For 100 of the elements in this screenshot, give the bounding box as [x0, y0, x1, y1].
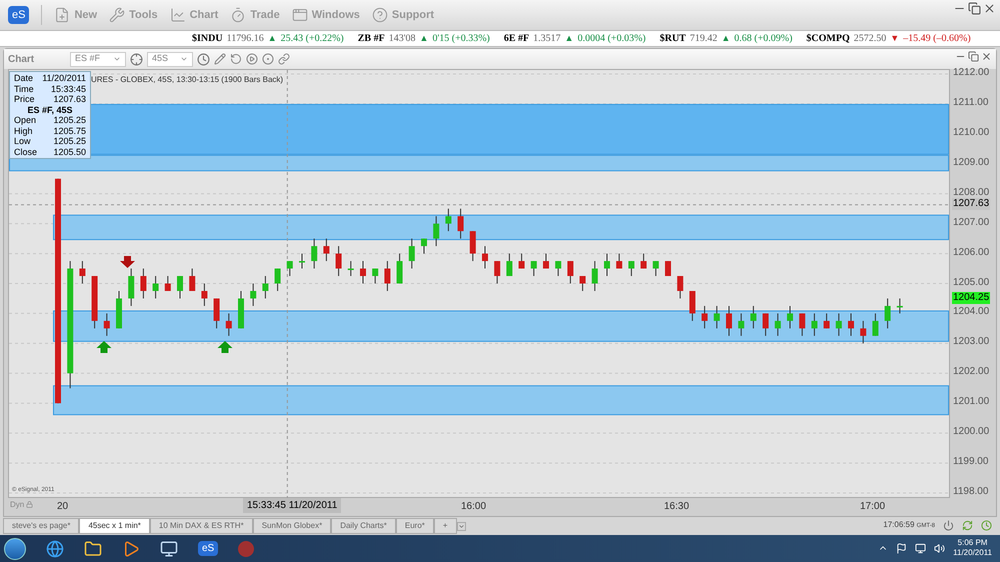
app-logo[interactable]: eS [8, 6, 30, 24]
candlestick [762, 312, 769, 336]
info-value: 15:33:45 [50, 84, 86, 94]
candlestick [787, 305, 793, 329]
refresh-icon[interactable] [230, 53, 242, 65]
candlestick [372, 268, 378, 284]
candlestick [336, 246, 342, 277]
page-tab[interactable]: Euro* [396, 518, 434, 534]
info-label: High [14, 126, 33, 136]
candlestick [226, 312, 232, 336]
new-file-icon [54, 7, 70, 23]
trend-arrow: ▲ [420, 32, 428, 45]
target-icon[interactable] [130, 52, 143, 66]
info-label: Close [14, 146, 38, 157]
time-tick: 16:30 [664, 500, 690, 514]
candlestick [640, 253, 647, 270]
candlestick [555, 260, 562, 277]
start-button[interactable] [4, 538, 26, 560]
price-tick: 1198.00 [953, 486, 988, 498]
candlestick [860, 320, 866, 344]
close-icon[interactable] [981, 51, 992, 62]
help-icon [372, 7, 388, 23]
caret-icon [113, 55, 121, 63]
candlestick [262, 276, 268, 299]
taskbar-app-logo[interactable]: eS [198, 541, 218, 556]
candlestick [274, 268, 281, 292]
candlestick [482, 246, 488, 270]
info-value: 1205.50 [53, 146, 86, 157]
price-tick: 1209.00 [953, 156, 990, 169]
ticker-symbol: 6E #F [504, 32, 530, 46]
tab-menu-icon[interactable] [456, 522, 466, 530]
clock-date[interactable]: 11/20/2011 [953, 548, 992, 558]
price-tick: 1212.00 [953, 67, 990, 79]
volume-icon[interactable] [934, 542, 946, 554]
ticker-change: –15.49 (–0.60%) [903, 32, 971, 46]
restore-icon[interactable] [968, 51, 979, 62]
flag-icon[interactable] [896, 542, 908, 554]
interval-field[interactable]: 45S [147, 52, 193, 66]
candlestick [384, 260, 390, 292]
page-tab[interactable]: SunMon Globex* [252, 518, 332, 534]
ticker-change: 0.68 (+0.09%) [734, 32, 792, 46]
pencil-icon[interactable] [214, 53, 226, 65]
candlestick [677, 276, 684, 299]
candlestick [408, 238, 415, 270]
clock-icon[interactable] [197, 52, 210, 66]
candlestick [750, 305, 756, 329]
candlestick [470, 230, 476, 262]
page-tab[interactable]: steve's es page* [3, 518, 80, 534]
toolbar-button[interactable]: New [54, 6, 98, 24]
down-arrow-icon [120, 256, 135, 268]
toolbar-button[interactable]: Support [372, 6, 434, 24]
page-tab[interactable]: Daily Charts* [331, 518, 396, 534]
media-player-icon[interactable] [122, 540, 140, 558]
page-tab[interactable]: + [434, 518, 457, 534]
candlestick [738, 312, 744, 336]
page-tab[interactable]: 10 Min DAX & ES RTH* [150, 518, 253, 534]
trend-arrow: ▼ [890, 32, 900, 45]
candlestick [580, 276, 586, 292]
candlestick [506, 253, 512, 277]
price-tick: 1207.00 [953, 216, 990, 229]
price-tick: 1205.00 [953, 276, 990, 288]
browser-icon[interactable] [46, 540, 64, 558]
candlestick [104, 312, 110, 336]
ticker-price: 2572.50 [854, 32, 886, 46]
power-icon[interactable] [943, 520, 954, 530]
candlestick [128, 268, 134, 306]
folder-icon[interactable] [84, 540, 102, 558]
computer-icon[interactable] [160, 540, 178, 558]
toolbar-button[interactable]: Trade [230, 6, 280, 24]
link-icon[interactable] [278, 53, 290, 65]
candlestick [348, 260, 354, 277]
info-value: 1205.75 [53, 126, 86, 136]
restore-icon[interactable] [968, 2, 981, 15]
symbol-field[interactable]: ES #F [70, 52, 126, 66]
candlestick [360, 260, 366, 284]
dyn-label[interactable]: Dyn [10, 499, 24, 511]
candlestick [250, 283, 256, 306]
toolbar-button[interactable]: Chart [170, 6, 218, 24]
ticker-symbol: $RUT [660, 32, 686, 46]
toolbar-button[interactable]: Windows [292, 6, 360, 24]
close-icon[interactable] [983, 2, 996, 15]
trend-arrow: ▲ [564, 32, 574, 45]
clock-time[interactable]: 5:06 PM [958, 538, 988, 548]
toolbar-button[interactable]: Tools [109, 6, 158, 24]
candlestick [299, 253, 305, 270]
trend-arrow: ▲ [268, 32, 277, 45]
info-value: 1207.63 [53, 94, 86, 104]
price-tick: 1203.00 [953, 336, 990, 348]
info-label: Time [14, 84, 34, 94]
play-icon[interactable] [246, 53, 258, 65]
price-tick: 1206.00 [953, 246, 990, 259]
ticker-price: 1.3517 [533, 32, 561, 46]
page-tab[interactable]: 45sec x 1 min* [79, 518, 150, 534]
ticker-symbol: $INDU [192, 32, 223, 46]
circle-icon[interactable] [262, 53, 274, 65]
network-icon[interactable] [915, 542, 926, 554]
price-tick: 1204.00 [953, 306, 990, 318]
price-tick: 1211.00 [953, 96, 988, 109]
candlestick [311, 238, 318, 270]
up-arrow-icon [218, 341, 232, 353]
